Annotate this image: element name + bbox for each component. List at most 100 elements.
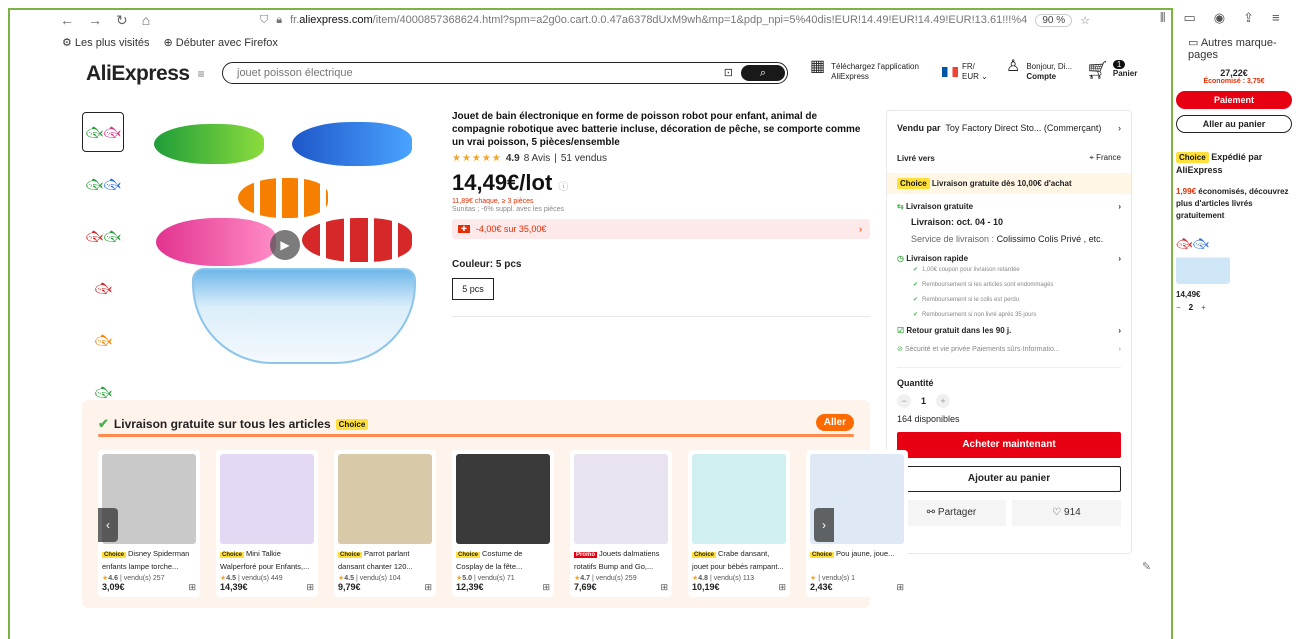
library-icon[interactable]: ⫴ — [1160, 10, 1165, 26]
share-button[interactable]: ⚯ Partager — [897, 500, 1006, 526]
category-menu-icon[interactable]: ≡ — [198, 67, 205, 81]
product-card-price: 12,39€ ⊞ — [456, 582, 550, 593]
product-card-title: Promo Jouets dalmatiens rotatifs Bump and… — [574, 549, 660, 571]
carousel-next-button[interactable]: › — [814, 508, 834, 542]
bookmarks-bar: ⚙ Les plus visités ⊕ Débuter avec Firefo… — [62, 36, 278, 49]
aliexpress-logo[interactable]: AliExpress — [86, 62, 190, 86]
thumbnail[interactable]: 🐟︎ 🐟︎ — [82, 216, 124, 256]
extensions-icon[interactable]: ⇪ — [1243, 10, 1254, 26]
other-bookmarks[interactable]: ▭ Autres marque-pages — [1188, 36, 1306, 61]
app-line2: AliExpress — [831, 72, 869, 81]
aller-button[interactable]: Aller — [815, 414, 854, 431]
camera-search-icon[interactable]: ⊡ — [724, 66, 733, 79]
chevron-right-icon: › — [1118, 254, 1121, 263]
buy-now-button[interactable]: Acheter maintenant — [897, 432, 1121, 458]
choice-banner: Choice Livraison gratuite dès 10,00€ d'a… — [887, 173, 1131, 194]
product-price: 14,49€/lot ⓘ — [452, 170, 569, 195]
divider — [452, 316, 870, 317]
rating-stars: ★★★★★ — [452, 153, 502, 164]
search-button[interactable]: ⌕ — [741, 65, 785, 81]
product-card[interactable]: Choice Crabe dansant, jouet pour bébés ra… — [688, 450, 790, 597]
account-icon[interactable]: ◉ — [1214, 10, 1225, 26]
add-to-cart-icon[interactable]: ⊞ — [660, 582, 668, 593]
coupon-banner[interactable]: ✚ -4,00€ sur 35,00€ › — [452, 219, 870, 239]
bookmark-most-visited[interactable]: ⚙ Les plus visités — [62, 36, 150, 49]
browser-toolbar: ← → ↻ ⌂ ⛉ 🔒︎ fr.aliexpress.com/item/4000… — [10, 10, 1306, 30]
fish-red — [302, 218, 412, 262]
choice-text: Livraison gratuite dès 10,00€ d'achat — [931, 179, 1072, 188]
clock-icon: ◷ — [897, 254, 904, 263]
fast-delivery-row[interactable]: ◷ Livraison rapide › — [897, 254, 1121, 263]
search-input[interactable]: jouet poisson électrique ⊡ ⌕ — [222, 62, 788, 84]
product-image[interactable]: ▶ — [142, 112, 422, 382]
cart-icon: 🛒︎ — [1086, 60, 1109, 80]
france-flag-icon — [942, 67, 958, 77]
reviews-link[interactable]: 8 Avis — [524, 153, 551, 164]
security-row[interactable]: ⊘ Sécurité et vie privée Paiements sûrs·… — [897, 345, 1121, 354]
product-card[interactable]: Choice Costume de Cosplay de la fête... ★5… — [452, 450, 554, 597]
play-video-button[interactable]: ▶ — [270, 230, 300, 260]
forward-icon[interactable]: → — [88, 12, 102, 29]
variant-option[interactable]: 5 pcs — [452, 278, 494, 300]
go-to-cart-button[interactable]: Aller au panier — [1176, 115, 1292, 133]
cart-link[interactable]: 🛒︎ 1 Panier — [1086, 60, 1137, 81]
product-card[interactable]: Promo Jouets dalmatiens rotatifs Bump and… — [570, 450, 672, 597]
add-to-cart-icon[interactable]: ⊞ — [542, 582, 550, 593]
menu-icon[interactable]: ≡ — [1272, 10, 1280, 26]
add-to-cart-button[interactable]: Ajouter au panier — [897, 466, 1121, 492]
thumbnail[interactable]: 🐟︎ — [82, 320, 124, 360]
download-app[interactable]: ▦ Téléchargez l'application AliExpress — [810, 59, 919, 82]
choice-tag: Choice — [1176, 152, 1209, 163]
product-carousel: Choice Disney Spiderman enfants lampe tor… — [98, 450, 908, 597]
thumbnail[interactable]: 🐟︎ — [82, 268, 124, 308]
quantity-value[interactable]: 1 — [921, 396, 926, 406]
product-card[interactable]: Choice Parrot parlant dansant chanter 120… — [334, 450, 436, 597]
decrement-button[interactable]: − — [1176, 303, 1181, 312]
ship-to-row[interactable]: Livré vers ⌖ France — [897, 153, 1121, 163]
add-to-cart-icon[interactable]: ⊞ — [424, 582, 432, 593]
shield-icon[interactable]: ⛉ — [260, 14, 268, 27]
greeting: Bonjour, Di... — [1026, 62, 1073, 71]
checkout-button[interactable]: Paiement — [1176, 91, 1292, 109]
product-card-price: 9,79€ ⊞ — [338, 582, 432, 593]
sold-by-row[interactable]: Vendu par Toy Factory Direct Sto... (Com… — [897, 123, 1121, 133]
heart-icon: ♡ — [1052, 507, 1062, 518]
add-to-cart-icon[interactable]: ⊞ — [778, 582, 786, 593]
thumbnail[interactable]: 🐟︎ 🐟︎ — [82, 112, 124, 152]
account-menu[interactable]: ♙ Bonjour, Di... Compte — [1006, 59, 1073, 82]
lock-icon[interactable]: 🔒︎ — [276, 14, 282, 27]
product-card[interactable]: Choice Mini Talkie Walperforé pour Enfant… — [216, 450, 318, 597]
carousel-prev-button[interactable]: ‹ — [98, 508, 118, 542]
product-card-meta: ★4.5 | vendu(s) 104 — [338, 575, 401, 582]
seller-name[interactable]: Toy Factory Direct Sto... (Commerçant) — [945, 123, 1101, 133]
edit-icon[interactable]: ✎ — [1142, 560, 1151, 573]
reload-icon[interactable]: ↻ — [116, 12, 128, 29]
add-to-cart-icon[interactable]: ⊞ — [306, 582, 314, 593]
free-shipping-row[interactable]: ⇆ Livraison gratuite › — [897, 202, 1121, 211]
cart-item-image[interactable]: 🐟︎🐟︎ — [1176, 236, 1230, 284]
thumbnail[interactable]: 🐟︎ 🐟︎ — [82, 164, 124, 204]
cart-promo[interactable]: 1,99€ économisés, découvrez plus d'artic… — [1176, 186, 1292, 222]
unit-price: 11,89€ chaque, ≥ 3 pièces — [452, 198, 534, 205]
home-icon[interactable]: ⌂ — [142, 12, 150, 29]
url-bar[interactable]: ⛉ 🔒︎ fr.aliexpress.com/item/400085736862… — [260, 11, 1090, 29]
increment-button[interactable]: + — [1201, 303, 1206, 312]
wishlist-button[interactable]: ♡ 914 — [1012, 500, 1121, 526]
cart-badge: 1 — [1112, 60, 1126, 69]
bookmark-star-icon[interactable]: ☆ — [1080, 14, 1090, 27]
back-icon[interactable]: ← — [60, 12, 74, 29]
add-to-cart-icon[interactable]: ⊞ — [188, 582, 196, 593]
bookmark-getting-started[interactable]: ⊕ Débuter avec Firefox — [164, 36, 278, 49]
zoom-level[interactable]: 90 % — [1035, 13, 1073, 27]
language-currency[interactable]: FR/EUR ⌄ — [942, 62, 988, 82]
choice-tag: Choice — [335, 418, 369, 430]
sidebar-icon[interactable]: ▭ — [1183, 10, 1195, 26]
returns-row[interactable]: ☑ Retour gratuit dans les 90 j. › — [897, 326, 1121, 335]
info-icon: ⓘ — [558, 182, 569, 193]
url-text[interactable]: fr.aliexpress.com/item/4000857368624.htm… — [290, 14, 1027, 26]
increment-button[interactable]: + — [936, 394, 951, 408]
product-card-image — [338, 454, 432, 544]
add-to-cart-icon[interactable]: ⊞ — [896, 582, 904, 593]
decrement-button[interactable]: − — [897, 394, 911, 408]
stock-available: 164 disponibles — [897, 414, 960, 424]
